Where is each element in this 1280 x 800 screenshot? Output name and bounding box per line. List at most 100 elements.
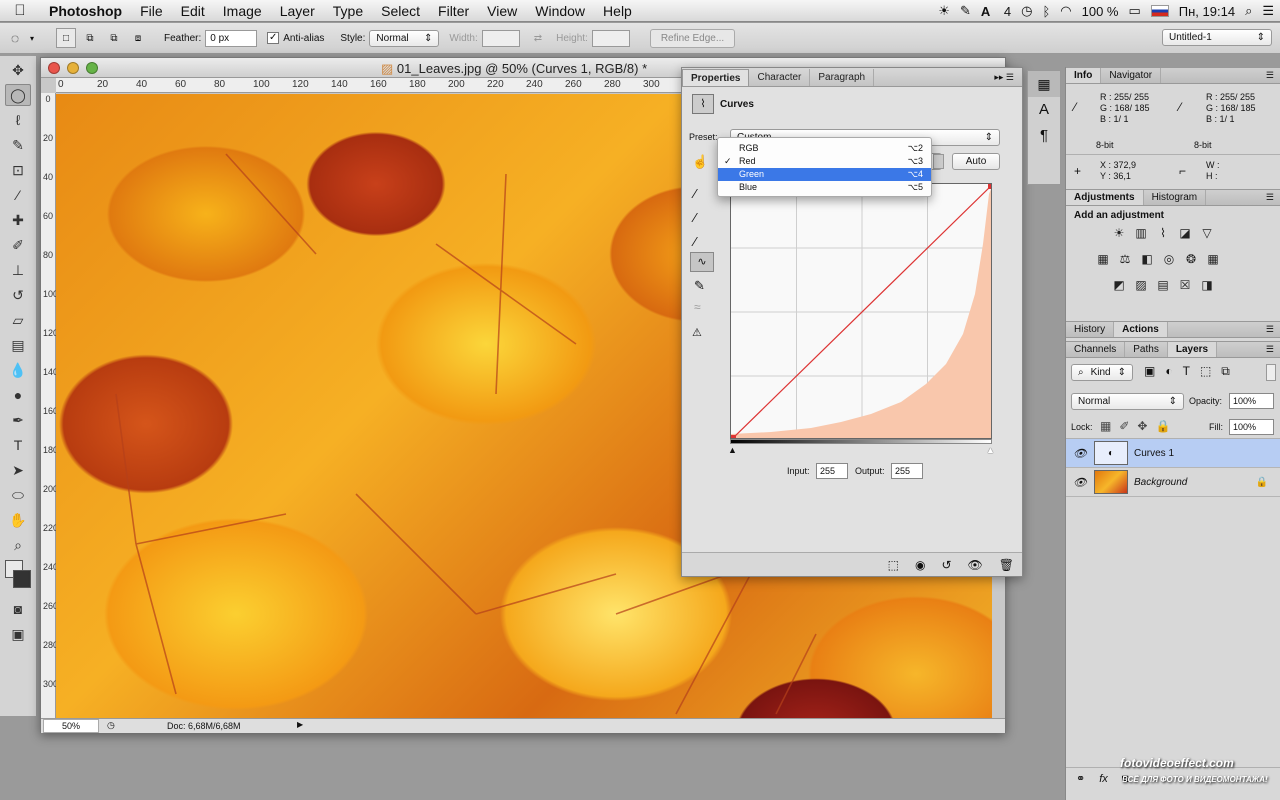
tab-actions[interactable]: Actions [1114,322,1168,337]
gray-point-eyedropper-icon[interactable]: ⁄ [694,210,696,225]
filter-smart-object-icon[interactable]: ⧉ [1221,364,1240,378]
move-tool-icon[interactable]: ✥ [5,59,31,81]
history-brush-tool-icon[interactable]: ↺ [5,284,31,306]
gradient-tool-icon[interactable]: ▤ [5,334,31,356]
lock-image-icon[interactable]: ✐ [1119,419,1137,433]
swap-icon[interactable]: ⇄ [534,33,542,44]
sun-icon[interactable]: ☀ [938,3,950,19]
tab-properties[interactable]: Properties [682,69,750,86]
curve-point-edit-icon[interactable]: ∿ [690,252,714,272]
menu-filter[interactable]: Filter [429,0,478,22]
close-icon[interactable] [48,61,60,74]
wifi-icon[interactable]: ◠ [1060,3,1071,19]
black-white-icon[interactable]: ◧ [1139,251,1155,267]
eye-icon[interactable]: 👁 [1066,476,1094,489]
pen-tool-icon[interactable]: ✒ [5,409,31,431]
healing-brush-tool-icon[interactable]: ✚ [5,209,31,231]
zoom-level[interactable]: 50% [43,719,99,733]
brush-tool-icon[interactable]: ✐ [5,234,31,256]
fill-input[interactable]: 100% [1229,419,1274,435]
character-panel-icon[interactable]: A [1028,97,1060,123]
input-value-field[interactable]: 255 [816,463,848,479]
spotlight-search-icon[interactable]: ⌕ [1245,3,1252,19]
path-selection-tool-icon[interactable]: ➤ [5,459,31,481]
channel-mixer-icon[interactable]: ❂ [1183,251,1199,267]
tab-paths[interactable]: Paths [1125,342,1168,357]
threshold-icon[interactable]: ▤ [1155,277,1171,293]
menu-image[interactable]: Image [214,0,271,22]
hue-saturation-icon[interactable]: ▦ [1095,251,1111,267]
lock-icons[interactable]: ▦✐✥🔒 [1100,419,1178,433]
paragraph-panel-icon[interactable]: ¶ [1028,123,1060,149]
elliptical-marquee-tool-icon[interactable]: ◌ [0,30,30,46]
channel-select-arrow[interactable] [933,154,944,169]
exposure-icon[interactable]: ◪ [1177,225,1193,241]
apple-icon[interactable]:  [0,2,40,19]
status-menu-arrow-icon[interactable]: ▶ [297,720,303,729]
posterize-icon[interactable]: ▨ [1133,277,1149,293]
delete-icon[interactable]: 🗑 [999,558,1014,572]
style-select[interactable]: Normal ⇕ [369,29,440,47]
refine-edge-button[interactable]: Refine Edge... [649,28,736,48]
menu-window[interactable]: Window [526,0,594,22]
ruler-vertical[interactable]: 0 20 40 60 80 100 120 140 160 180 200 220 240 260 280 3… [41,93,58,719]
toggle-visibility-icon[interactable]: 👁 [968,558,983,572]
input-source-flag-icon[interactable] [1150,5,1169,17]
antialias-checkbox[interactable]: ✓ [267,32,280,44]
width-input[interactable] [481,29,520,47]
layer-style-fx-icon[interactable]: fx [1099,773,1108,785]
curves-icon[interactable]: ⌇ [1155,225,1171,241]
lock-transparent-icon[interactable]: ▦ [1100,419,1119,433]
lock-position-icon[interactable]: ✥ [1137,419,1155,433]
white-point-eyedropper-icon[interactable]: ⁄ [694,234,696,249]
on-image-adjust-icon[interactable]: ☝ [692,154,708,170]
quick-selection-tool-icon[interactable]: ✎ [5,134,31,156]
minimize-icon[interactable] [67,61,79,74]
screen-mode-icon[interactable]: ▣ [5,623,31,645]
layer-row-curves-1[interactable]: 👁 ◐ Curves 1 [1066,439,1280,468]
panel-menu-icon[interactable]: ☰ [1266,70,1274,81]
eye-icon[interactable]: 👁 [1066,447,1094,460]
link-layers-icon[interactable]: ⚭ [1076,772,1085,785]
panel-menu-icon[interactable]: ☰ [1266,344,1274,355]
view-previous-state-icon[interactable]: ◉ [915,558,925,572]
menu-type[interactable]: Type [324,0,372,22]
invert-icon[interactable]: ◩ [1111,277,1127,293]
dodge-tool-icon[interactable]: ● [5,384,31,406]
vibrance-icon[interactable]: ▽ [1199,225,1215,241]
intersect-selection-icon[interactable]: ⧈ [128,28,148,48]
brightness-contrast-icon[interactable]: ☀ [1111,225,1127,241]
reset-icon[interactable]: ↺ [941,558,951,572]
channel-option-green[interactable]: Green ⌥4 [718,168,931,181]
tab-adjustments[interactable]: Adjustments [1066,190,1144,205]
black-point-eyedropper-icon[interactable]: ⁄ [694,186,696,201]
menu-select[interactable]: Select [372,0,429,22]
lasso-tool-icon[interactable]: ℓ [5,109,31,131]
tab-histogram[interactable]: Histogram [1144,190,1207,205]
tab-channels[interactable]: Channels [1066,342,1126,357]
opacity-input[interactable]: 100% [1229,393,1274,409]
black-slider-icon[interactable]: ▲ [728,445,737,455]
curves-chart-svg[interactable] [731,184,992,439]
panel-menu-icon[interactable]: ▸▸ ☰ [986,69,1022,86]
gradient-map-icon[interactable]: ☒ [1177,277,1193,293]
properties-panel-icon[interactable]: ▦ [1028,71,1060,97]
evernote-icon[interactable]: ✎ [960,3,971,19]
curve-point-white[interactable] [988,184,992,189]
layer-filter-icons[interactable]: ▣◐T⬚⧉ [1144,364,1240,379]
clipping-warning-icon[interactable]: ⚠ [692,326,702,339]
new-selection-icon[interactable]: □ [56,28,76,48]
filter-toggle[interactable] [1266,364,1276,381]
crop-tool-icon[interactable]: ⊡ [5,159,31,181]
tool-preset-arrow-icon[interactable]: ▾ [30,34,56,43]
clip-to-layer-icon[interactable]: ⬚ [888,558,899,572]
photo-filter-icon[interactable]: ◎ [1161,251,1177,267]
color-lookup-icon[interactable]: ▦ [1205,251,1221,267]
status-info-icon[interactable]: ◷ [107,720,115,731]
hand-tool-icon[interactable]: ✋ [5,509,31,531]
menu-file[interactable]: File [131,0,172,22]
channel-option-red[interactable]: ✓ Red ⌥3 [718,155,931,168]
lock-all-icon[interactable]: 🔒 [1155,419,1178,433]
blend-mode-select[interactable]: Normal ⇕ [1071,393,1184,410]
tab-info[interactable]: Info [1066,68,1102,83]
